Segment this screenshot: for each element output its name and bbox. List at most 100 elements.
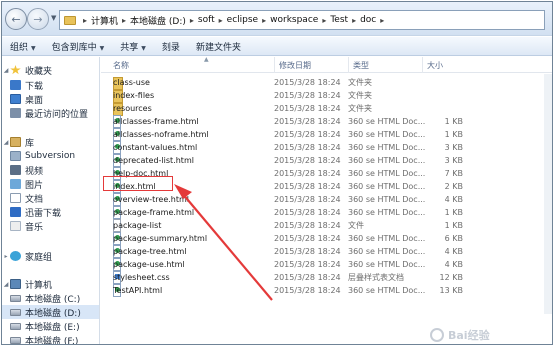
breadcrumb[interactable]: ▸ 计算机 ▸ 本地磁盘 (D:) ▸ soft ▸ eclipse ▸ wor… <box>59 10 545 30</box>
sidebar-item-drive-e[interactable]: 本地磁盘 (E:) <box>10 319 80 333</box>
sidebar-item-downloads[interactable]: 下载 <box>10 78 43 92</box>
chevron-right-icon[interactable]: ▸ <box>262 16 266 25</box>
file-row[interactable]: deprecated-list.html 2015/3/28 18:24 360 s… <box>101 154 552 167</box>
sidebar-item-desktop[interactable]: 桌面 <box>10 92 43 106</box>
chevron-right-icon[interactable]: ▸ <box>352 16 356 25</box>
hard-drive-icon <box>10 336 21 344</box>
star-icon <box>10 65 21 75</box>
breadcrumb-eclipse[interactable]: eclipse <box>227 15 258 25</box>
file-size: 3 KB <box>444 156 463 165</box>
watermark-text: Bai经验 <box>448 329 490 342</box>
sidebar-item-recent-places[interactable]: 最近访问的位置 <box>10 106 88 120</box>
command-bar: 组织 ▼ 包含到库中 ▼ 共享 ▼ 刻录 新建文件夹 <box>2 37 552 56</box>
chevron-right-icon[interactable]: ▸ <box>122 16 126 25</box>
expand-icon[interactable]: ▸ <box>2 253 10 260</box>
sidebar-item-documents[interactable]: 文档 <box>10 191 43 205</box>
column-header-name[interactable]: 名称 ▲ <box>109 57 275 73</box>
file-row[interactable]: allclasses-frame.html 2015/3/28 18:24 360 … <box>101 115 552 128</box>
file-date: 2015/3/28 18:24 <box>274 260 341 269</box>
breadcrumb-computer[interactable]: 计算机 <box>91 14 118 27</box>
breadcrumb-workspace[interactable]: workspace <box>270 15 318 25</box>
breadcrumb-doc[interactable]: doc <box>360 15 376 25</box>
breadcrumb-drive-d[interactable]: 本地磁盘 (D:) <box>130 14 186 27</box>
file-name-label: package-frame.html <box>113 208 195 217</box>
sidebar-item-drive-c[interactable]: 本地磁盘 (C:) <box>10 291 80 305</box>
forward-button[interactable]: → <box>27 8 49 30</box>
chevron-down-icon: ▼ <box>141 44 146 52</box>
back-button[interactable]: ← <box>5 8 27 30</box>
include-in-library-button[interactable]: 包含到库中 ▼ <box>44 40 113 53</box>
file-row[interactable]: package-list 2015/3/28 18:24 文件 1 KB <box>101 219 552 232</box>
column-header-type[interactable]: 类型 <box>349 57 423 73</box>
collapse-icon[interactable]: ◢ <box>2 139 10 146</box>
column-header-size[interactable]: 大小 <box>423 57 483 73</box>
file-row[interactable]: resources 2015/3/28 18:24 文件夹 <box>101 102 552 116</box>
sidebar-item-label: 本地磁盘 (F:) <box>25 336 79 345</box>
burn-button[interactable]: 刻录 <box>154 40 188 53</box>
file-row[interactable]: package-tree.html 2015/3/28 18:24 360 se H… <box>101 245 552 258</box>
file-type: 层叠样式表文档 <box>348 273 404 282</box>
video-library-icon <box>10 165 21 175</box>
sidebar-item-music[interactable]: 音乐 <box>10 219 43 233</box>
collapse-icon[interactable]: ◢ <box>2 281 10 288</box>
sidebar-item-thunder-downloads[interactable]: 迅雷下载 <box>10 205 61 219</box>
file-size: 6 KB <box>444 234 463 243</box>
file-row[interactable]: index-files 2015/3/28 18:24 文件夹 <box>101 89 552 103</box>
homegroup-icon <box>10 251 21 261</box>
new-folder-button[interactable]: 新建文件夹 <box>188 40 249 53</box>
file-date: 2015/3/28 18:24 <box>274 221 341 230</box>
sidebar-item-subversion[interactable]: Subversion <box>10 149 75 163</box>
file-date: 2015/3/28 18:24 <box>274 78 341 87</box>
chevron-right-icon[interactable]: ▸ <box>380 16 384 25</box>
sidebar-item-pictures[interactable]: 图片 <box>10 177 43 191</box>
file-row[interactable]: package-use.html 2015/3/28 18:24 360 se HT… <box>101 258 552 271</box>
file-list: 名称 ▲ 修改日期 类型 大小 class-use 2015/3/28 18:24… <box>101 57 552 344</box>
scrollbar[interactable] <box>544 74 552 314</box>
sidebar-item-label: 图片 <box>25 180 44 191</box>
sidebar-item-label: 最近访问的位置 <box>25 109 89 120</box>
sidebar-item-label: 音乐 <box>25 222 44 233</box>
sort-arrow-icon: ▲ <box>204 57 209 63</box>
chevron-right-icon[interactable]: ▸ <box>322 16 326 25</box>
breadcrumb-test[interactable]: Test <box>330 15 348 25</box>
breadcrumb-soft[interactable]: soft <box>198 15 215 25</box>
recent-pages-dropdown[interactable]: ▼ <box>51 14 56 22</box>
chevron-down-icon: ▼ <box>31 44 36 52</box>
sidebar-item-videos[interactable]: 视频 <box>10 163 43 177</box>
picture-library-icon <box>10 179 21 189</box>
sidebar-homegroup[interactable]: ▸ 家庭组 <box>2 249 52 263</box>
share-button[interactable]: 共享 ▼ <box>112 40 154 53</box>
chevron-right-icon[interactable]: ▸ <box>83 16 87 25</box>
sidebar-computer[interactable]: ◢ 计算机 <box>2 277 52 291</box>
file-row[interactable]: stylesheet.css 2015/3/28 18:24 层叠样式表文档 12 K… <box>101 271 552 284</box>
sidebar-item-label: 本地磁盘 (E:) <box>25 322 80 333</box>
navigation-pane: ◢ 收藏夹 下载 桌面 最近访问的位置 ◢ 库 Subversion 视频 图片… <box>2 57 100 345</box>
file-row[interactable]: package-frame.html 2015/3/28 18:24 360 se … <box>101 206 552 219</box>
sidebar-computer-label: 计算机 <box>25 280 53 291</box>
thunder-download-icon <box>10 207 21 217</box>
file-name-label: allclasses-frame.html <box>113 117 199 126</box>
file-row[interactable]: overview-tree.html 2015/3/28 18:24 360 se … <box>101 193 552 206</box>
file-row[interactable]: constant-values.html 2015/3/28 18:24 360 s… <box>101 141 552 154</box>
sidebar-libraries[interactable]: ◢ 库 <box>2 135 34 149</box>
watermark: Bai经验 <box>430 326 490 344</box>
collapse-icon[interactable]: ◢ <box>2 67 10 74</box>
chevron-right-icon[interactable]: ▸ <box>190 16 194 25</box>
file-date: 2015/3/28 18:24 <box>274 208 341 217</box>
file-row[interactable]: allclasses-noframe.html 2015/3/28 18:24 36… <box>101 128 552 141</box>
file-date: 2015/3/28 18:24 <box>274 169 341 178</box>
sidebar-item-drive-d[interactable]: 本地磁盘 (D:) <box>2 305 99 319</box>
file-row[interactable]: TestAPI.html 2015/3/28 18:24 360 se HTML D… <box>101 284 552 297</box>
column-header-date[interactable]: 修改日期 <box>275 57 349 73</box>
organize-button[interactable]: 组织 ▼ <box>2 40 44 53</box>
file-size: 7 KB <box>444 169 463 178</box>
sidebar-favorites[interactable]: ◢ 收藏夹 <box>2 63 52 77</box>
sidebar-item-drive-f[interactable]: 本地磁盘 (F:) <box>10 333 79 345</box>
subversion-icon <box>10 151 21 161</box>
chevron-right-icon[interactable]: ▸ <box>219 16 223 25</box>
address-bar: ← → ▼ ▸ 计算机 ▸ 本地磁盘 (D:) ▸ soft ▸ eclipse… <box>2 2 552 36</box>
file-row[interactable]: package-summary.html 2015/3/28 18:24 360 s… <box>101 232 552 245</box>
file-name-label: package-summary.html <box>113 234 208 243</box>
file-size: 1 KB <box>444 117 463 126</box>
file-row[interactable]: class-use 2015/3/28 18:24 文件夹 <box>101 76 552 90</box>
